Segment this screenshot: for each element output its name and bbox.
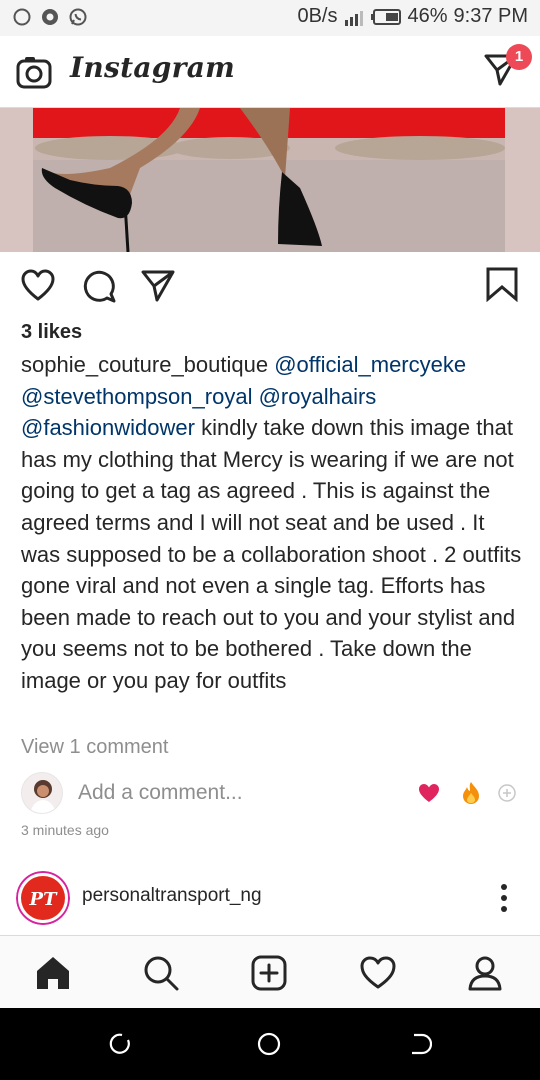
chat-bubble-icon — [13, 8, 31, 26]
view-comments-link[interactable]: View 1 comment — [21, 736, 168, 759]
caption-username[interactable]: sophie_couture_boutique — [21, 352, 268, 377]
recent-apps-icon[interactable] — [108, 1032, 132, 1056]
signal-icon — [345, 10, 364, 26]
add-post-icon[interactable] — [250, 954, 288, 992]
fire-reaction-icon[interactable] — [460, 781, 482, 805]
next-post-avatar-text: PT — [29, 889, 59, 910]
caption-text: kindly take down this image that has my … — [21, 415, 522, 693]
mention-link[interactable]: @official_mercyeke — [274, 352, 466, 377]
whatsapp-icon — [69, 8, 87, 26]
likes-count[interactable]: 3 likes — [21, 321, 82, 344]
notification-icons — [12, 7, 88, 27]
mention-link[interactable]: @royalhairs — [259, 384, 377, 409]
heart-reaction-icon[interactable] — [418, 783, 440, 803]
more-options-icon[interactable] — [494, 881, 514, 915]
activity-heart-icon[interactable] — [359, 954, 397, 992]
user-avatar-photo — [22, 773, 62, 813]
profile-icon[interactable] — [466, 954, 504, 992]
post-photo — [0, 108, 540, 252]
next-post-avatar[interactable]: PT — [16, 871, 70, 925]
share-icon[interactable] — [140, 268, 176, 304]
home-icon[interactable] — [34, 954, 72, 992]
comment-icon[interactable] — [81, 268, 117, 304]
mention-link[interactable]: @fashionwidower — [21, 415, 195, 440]
bookmark-icon[interactable] — [484, 266, 520, 302]
app-header: Instagram — [0, 36, 540, 108]
post-image[interactable] — [0, 108, 540, 252]
back-icon[interactable] — [408, 1032, 432, 1056]
status-bar: 0B/s 46% 9:37 PM — [0, 0, 540, 36]
clock: 9:37 PM — [453, 5, 528, 27]
camera-icon[interactable] — [16, 55, 52, 89]
search-icon[interactable] — [142, 954, 180, 992]
heart-icon[interactable] — [20, 268, 56, 304]
system-home-icon[interactable] — [257, 1032, 281, 1056]
opera-icon — [42, 9, 58, 25]
battery-percent: 46% — [407, 5, 448, 27]
instagram-logo[interactable]: Instagram — [70, 51, 235, 84]
network-speed: 0B/s — [297, 5, 338, 27]
battery-icon — [371, 8, 402, 25]
add-reaction-icon[interactable] — [498, 784, 516, 802]
mention-link[interactable]: @stevethompson_royal — [21, 384, 252, 409]
post-timestamp: 3 minutes ago — [21, 822, 109, 838]
post-caption: sophie_couture_boutique @official_mercye… — [21, 349, 526, 697]
system-nav-bar — [0, 1008, 540, 1080]
add-comment-input[interactable]: Add a comment... — [78, 781, 243, 805]
bottom-nav — [0, 935, 540, 1008]
next-post-username[interactable]: personaltransport_ng — [82, 885, 262, 907]
status-right: 0B/s 46% 9:37 PM — [297, 5, 528, 28]
avatar[interactable] — [21, 772, 63, 814]
direct-badge: 1 — [506, 44, 532, 70]
